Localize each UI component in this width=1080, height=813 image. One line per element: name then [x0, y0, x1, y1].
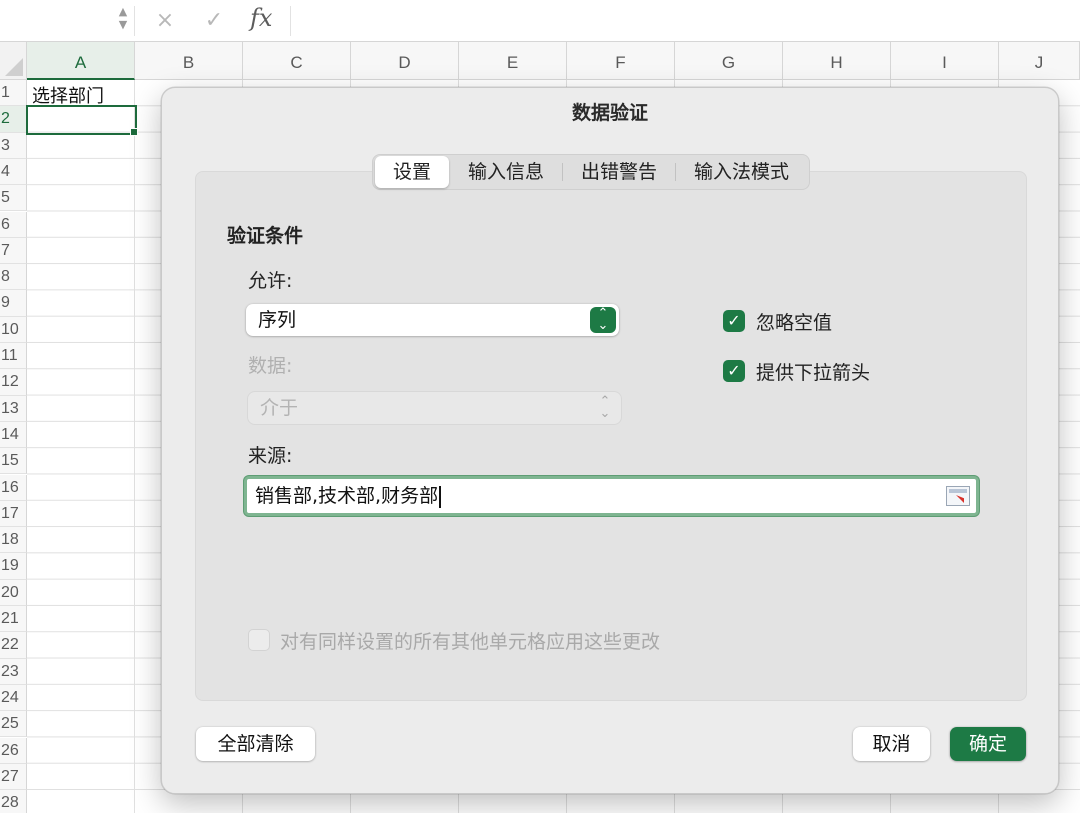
row-header-5[interactable]: 5	[0, 185, 27, 212]
allow-select[interactable]: 序列 ⌃ ⌄	[246, 304, 619, 336]
formula-bar: ▲ ▼ × ✓ fx	[0, 0, 1080, 42]
row-header-22[interactable]: 22	[0, 632, 27, 659]
tab-input-message[interactable]: 输入信息	[450, 156, 562, 188]
cancel-button[interactable]: 取消	[853, 727, 930, 761]
cancel-formula-icon[interactable]: ×	[151, 7, 179, 35]
column-header-c[interactable]: C	[243, 42, 351, 80]
settings-panel	[195, 171, 1027, 701]
column-header-d[interactable]: D	[351, 42, 459, 80]
ignore-blank-label[interactable]: 忽略空值	[756, 308, 832, 335]
source-input[interactable]: 销售部,技术部,财务部	[244, 476, 979, 516]
select-all-corner[interactable]	[0, 42, 27, 80]
in-cell-dropdown-checkbox[interactable]: ✓	[723, 360, 745, 382]
row-header-7[interactable]: 7	[0, 237, 27, 265]
fill-handle[interactable]	[130, 128, 138, 136]
row-header-15[interactable]: 15	[0, 448, 27, 475]
in-cell-dropdown-label[interactable]: 提供下拉箭头	[756, 358, 870, 385]
row-header-17[interactable]: 17	[0, 500, 27, 528]
tab-input-method-mode[interactable]: 输入法模式	[676, 156, 807, 188]
column-header-b[interactable]: B	[135, 42, 243, 80]
row-header-21[interactable]: 21	[0, 606, 27, 633]
row-header-10[interactable]: 10	[0, 316, 27, 343]
row-header-9[interactable]: 9	[0, 290, 27, 317]
data-validation-dialog: 数据验证 设置 输入信息 出错警告 输入法模式 验证条件 允许: 序列 ⌃ ⌄ 数…	[161, 87, 1059, 794]
name-box-stepper-icon[interactable]: ▲ ▼	[116, 5, 130, 35]
ok-button[interactable]: 确定	[950, 727, 1026, 761]
row-header-11[interactable]: 11	[0, 343, 27, 370]
row-header-3[interactable]: 3	[0, 132, 27, 159]
row-header-16[interactable]: 16	[0, 474, 27, 501]
text-caret	[439, 485, 442, 508]
row-header-12[interactable]: 12	[0, 369, 27, 396]
data-select: 介于 ⌃ ⌄	[248, 392, 621, 424]
source-input-value: 销售部,技术部,财务部	[255, 485, 439, 507]
chevron-up-down-icon: ⌃ ⌄	[590, 307, 616, 333]
range-select-icon[interactable]	[946, 486, 970, 506]
row-header-19[interactable]: 19	[0, 553, 27, 580]
divider	[290, 6, 291, 36]
row-header-1[interactable]: 1	[0, 80, 27, 107]
apply-to-all-label: 对有同样设置的所有其他单元格应用这些更改	[280, 631, 661, 653]
row-header-13[interactable]: 13	[0, 395, 27, 422]
row-header-4[interactable]: 4	[0, 158, 27, 186]
confirm-formula-icon[interactable]: ✓	[200, 7, 228, 35]
chevron-up-down-icon: ⌃ ⌄	[599, 394, 611, 421]
allow-select-value: 序列	[258, 309, 297, 331]
row-header-24[interactable]: 24	[0, 684, 27, 712]
insert-function-icon[interactable]: fx	[250, 4, 272, 32]
dialog-title: 数据验证	[571, 102, 648, 124]
row-header-25[interactable]: 25	[0, 711, 27, 738]
active-cell-a2[interactable]	[26, 105, 137, 135]
column-header-i[interactable]: I	[891, 42, 999, 80]
tab-settings[interactable]: 设置	[375, 156, 450, 188]
ignore-blank-checkbox[interactable]: ✓	[723, 310, 745, 332]
column-header-g[interactable]: G	[675, 42, 783, 80]
row-header-8[interactable]: 8	[0, 264, 27, 291]
data-label: 数据:	[248, 355, 293, 377]
row-header-27[interactable]: 27	[0, 763, 27, 791]
row-header-26[interactable]: 26	[0, 737, 27, 764]
column-header-j[interactable]: J	[999, 42, 1080, 80]
column-header-f[interactable]: F	[567, 42, 675, 80]
apply-to-all-checkbox	[248, 629, 270, 651]
column-header-e[interactable]: E	[459, 42, 567, 80]
data-select-value: 介于	[260, 397, 299, 419]
row-header-14[interactable]: 14	[0, 421, 27, 449]
source-label: 来源:	[248, 445, 293, 467]
divider	[134, 6, 135, 36]
row-header-28[interactable]: 28	[0, 790, 27, 813]
tab-bar: 设置 输入信息 出错警告 输入法模式	[372, 154, 811, 190]
clear-all-button[interactable]: 全部清除	[196, 727, 315, 761]
row-header-18[interactable]: 18	[0, 527, 27, 554]
column-header-h[interactable]: H	[783, 42, 891, 80]
row-header-23[interactable]: 23	[0, 658, 27, 685]
row-header-6[interactable]: 6	[0, 211, 27, 238]
row-header-2[interactable]: 2	[0, 106, 27, 133]
column-header-a[interactable]: A	[27, 42, 135, 80]
allow-label: 允许:	[248, 270, 293, 292]
tab-error-alert[interactable]: 出错警告	[563, 156, 675, 188]
row-header-20[interactable]: 20	[0, 579, 27, 606]
validation-criteria-heading: 验证条件	[227, 225, 304, 247]
